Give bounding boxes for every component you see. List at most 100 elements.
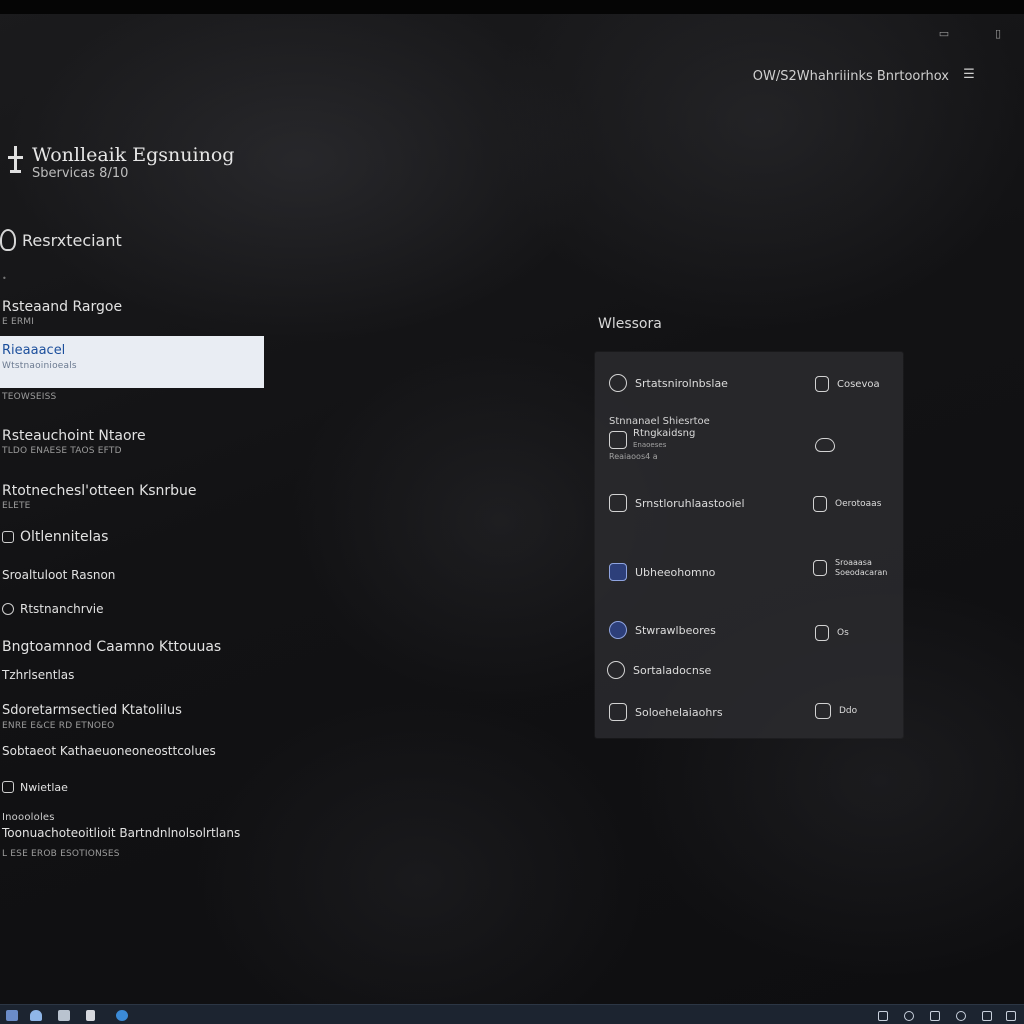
close-icon[interactable]: ▯	[992, 28, 1004, 40]
notes-icon	[813, 496, 827, 512]
panel-title: Wlessora	[598, 316, 662, 332]
lightbulb-icon	[0, 229, 16, 251]
sidebar-item[interactable]: Rtotnechesl'otteen Ksnrbue ELETE	[0, 482, 264, 512]
sidebar-item-label: Rsteaand Rargoe	[2, 299, 123, 315]
app-subtitle: Sbervicas 8/10	[32, 166, 129, 181]
panel-item-meta: Enaoeses	[633, 441, 667, 449]
minimize-icon[interactable]: ▭	[938, 28, 950, 40]
calendar-icon	[609, 563, 627, 581]
panel-item-label: Oerotoaas	[835, 499, 882, 509]
chat-icon	[607, 661, 625, 679]
sidebar-item[interactable]: Sroaltuloot Rasnon	[0, 566, 264, 584]
sidebar-item[interactable]: Bngtoamnod Caamno Kttouuas	[0, 638, 264, 656]
sidebar-item[interactable]: Rsteauchoint Ntaore TLDO ENAESE TAOS EFT…	[0, 427, 264, 457]
document-icon	[815, 376, 829, 392]
frame-icon	[815, 625, 829, 641]
sidebar-item-label: Nwietlae	[20, 781, 68, 794]
box-icon	[815, 703, 831, 719]
sidebar-item-label: Toonuachoteoitlioit Bartndnlnolsolrtlans	[2, 826, 241, 840]
info-icon	[2, 603, 14, 615]
sidebar-item-sub: TEOWSEISS	[2, 392, 57, 402]
sidebar-item[interactable]: Rtstnanchrvie	[0, 600, 264, 618]
panel-item[interactable]: Oerotoaas	[813, 496, 881, 512]
volume-icon[interactable]	[930, 1011, 940, 1021]
image-icon	[609, 430, 627, 449]
sidebar-item[interactable]: Sdoretarmsectied Ktatolilus ENRE E&CE RD…	[0, 702, 264, 732]
sidebar-item[interactable]: Inooololes Toonuachoteoitlioit Bartndnln…	[0, 812, 264, 860]
account-label[interactable]: OW/S2Whahriiinks Bnrtoorhox	[753, 69, 949, 84]
camera-icon	[609, 374, 627, 392]
sidebar-item-label: Rieaaacel	[2, 343, 66, 358]
panel-item-label: Soloehelaiaohrs	[635, 705, 723, 719]
panel-item[interactable]: Soloehelaiaohrs	[609, 703, 723, 721]
panel-item-extra: Reaiaoos4 a	[609, 452, 658, 461]
wifi-icon[interactable]	[982, 1011, 992, 1021]
sidebar-item[interactable]: Oltlennitelas	[0, 528, 264, 546]
section-header-label: Resrxteciant	[22, 230, 122, 250]
panel-item[interactable]: Srtatsnirolnbslae	[609, 374, 728, 392]
user-icon[interactable]	[30, 1010, 42, 1021]
panel-item-sublabel: Rtngkaidsng	[633, 428, 696, 439]
divider-dot: •	[2, 274, 7, 283]
edit-icon	[813, 560, 827, 576]
file-icon[interactable]	[86, 1010, 95, 1021]
app-logo-icon	[6, 142, 24, 176]
sidebar-item-label: Rtotnechesl'otteen Ksnrbue	[2, 483, 197, 499]
quick-actions-panel: Srtatsnirolnbslae Cosevoa Stnnanael Shie…	[595, 352, 903, 738]
sidebar-item-sub: L ESE EROB ESOTIONSES	[2, 849, 120, 859]
panel-item[interactable]: Cosevoa	[815, 376, 880, 392]
panel-item[interactable]: Sortaladocnse	[607, 661, 711, 679]
mail-icon[interactable]	[58, 1010, 70, 1021]
sidebar-item[interactable]: Tzhrlsentlas	[0, 666, 264, 684]
panel-item-label: Ddo	[839, 706, 858, 716]
app-title: Wonlleaik Egsnuinog	[32, 144, 235, 166]
panel-item[interactable]: Os	[815, 625, 849, 641]
sidebar-item-label: Rtstnanchrvie	[20, 602, 104, 616]
sidebar-item-label: Bngtoamnod Caamno Kttouuas	[2, 639, 222, 655]
cloud-sync-icon[interactable]	[904, 1011, 914, 1021]
cloud-icon	[815, 438, 835, 452]
panel-item[interactable]: Sroaaasa Soeodacaran	[813, 558, 888, 578]
app-title-block: Wonlleaik Egsnuinog Sbervicas 8/10	[32, 142, 234, 182]
panel-item-label: Srnstloruhlaastooiel	[635, 496, 745, 510]
window-icon	[609, 703, 627, 721]
network-icon[interactable]	[878, 1011, 888, 1021]
sidebar-item-sub: ENRE E&CE RD ETNOEO	[2, 721, 115, 731]
panel-item-label: Cosevoa	[837, 378, 880, 390]
sidebar-item-label: Sroaltuloot Rasnon	[2, 568, 116, 582]
battery-icon[interactable]	[956, 1011, 966, 1021]
account-menu-icon[interactable]: ☰	[962, 68, 976, 82]
sidebar-item[interactable]: TEOWSEISS	[0, 391, 264, 403]
panel-item[interactable]: Srnstloruhlaastooiel	[609, 494, 745, 512]
sidebar-item-label: Inooololes	[2, 812, 55, 823]
section-header[interactable]: Resrxteciant	[0, 229, 122, 251]
panel-item[interactable]: Stnnanael Shiesrtoe Rtngkaidsng Enaoeses…	[609, 416, 710, 463]
panel-item[interactable]: Stwrawlbeores	[609, 621, 716, 639]
sidebar-item-label: Rsteauchoint Ntaore	[2, 428, 146, 444]
notification-icon[interactable]	[1006, 1011, 1016, 1021]
sidebar-item-sub: E ERMI	[2, 317, 35, 327]
panel-item[interactable]: Ubheeohomno	[609, 563, 715, 581]
sidebar-item[interactable]: Rsteaand Rargoe E ERMI	[0, 298, 264, 328]
panel-item-label: Stwrawlbeores	[635, 623, 716, 637]
panel-item[interactable]: Ddo	[815, 703, 857, 719]
sidebar-item[interactable]: Nwietlae	[0, 779, 264, 797]
panel-item[interactable]	[815, 438, 835, 452]
gear-icon	[609, 621, 627, 639]
panel-item-label: Stnnanael Shiesrtoe	[609, 416, 710, 427]
browser-icon[interactable]	[116, 1010, 128, 1021]
sidebar-item-selected[interactable]: Rieaaacel Wtstnaoinioeals	[0, 336, 264, 388]
app-header: Wonlleaik Egsnuinog Sbervicas 8/10	[6, 142, 234, 182]
panel-item-label: Sroaaasa Soeodacaran	[835, 558, 888, 577]
folder-icon	[609, 494, 627, 512]
panel-item-label: Os	[837, 628, 849, 638]
desktop-screen: ▭ ▯ OW/S2Whahriiinks Bnrtoorhox ☰ Wonlle…	[0, 0, 1024, 1024]
panel-item-label: Srtatsnirolnbslae	[635, 376, 728, 390]
title-bar	[0, 0, 1024, 14]
sidebar-item-label: Tzhrlsentlas	[2, 668, 75, 682]
sidebar-item-label: Oltlennitelas	[20, 529, 109, 545]
panel-item-label: Ubheeohomno	[635, 565, 716, 579]
start-icon[interactable]	[6, 1010, 18, 1021]
sidebar-item-sub: TLDO ENAESE TAOS EFTD	[2, 446, 122, 456]
sidebar-item[interactable]: Sobtaeot Kathaeuoneoneosttcolues	[0, 742, 264, 760]
